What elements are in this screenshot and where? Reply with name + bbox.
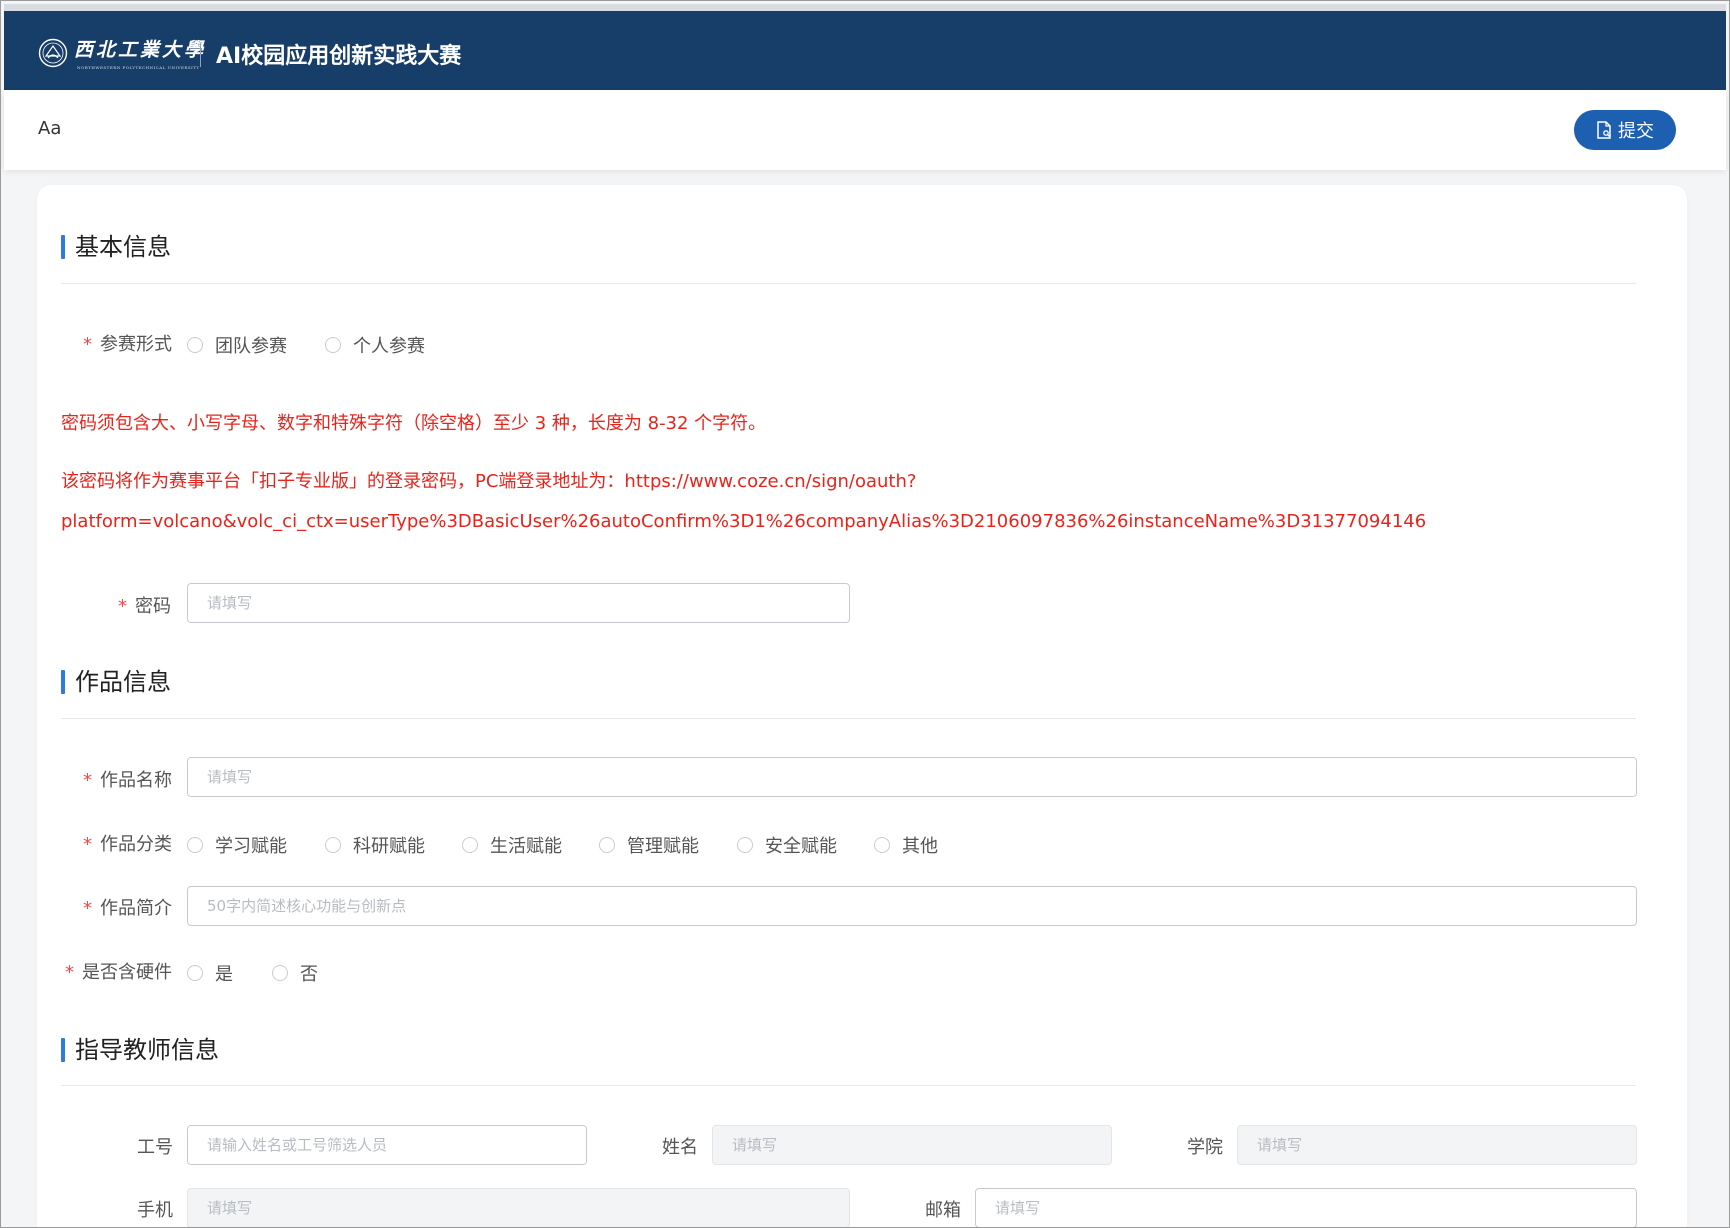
required-marker: * [83,770,92,791]
work-summary-input[interactable]: 50字内简述核心功能与创新点 [187,886,1637,926]
submit-button-label: 提交 [1618,121,1654,142]
radio-unchecked-icon [325,337,341,353]
phone-label: 手机 [137,1200,173,1221]
radio-category-label: 生活赋能 [490,836,562,857]
toolbar: Aa 提交 [4,90,1726,170]
app-header: 西北工業大學 NORTHWESTERN POLYTECHNICAL UNIVER… [4,4,1726,90]
password-rule-notice: 密码须包含大、小写字母、数字和特殊字符（除空格）至少 3 种，长度为 8-32 … [61,413,767,434]
college-label: 学院 [1187,1137,1223,1158]
radio-unchecked-icon [874,837,890,853]
radio-hardware-no[interactable]: 否 [272,960,318,986]
email-label: 邮箱 [925,1200,961,1221]
required-marker: * [83,834,92,855]
university-logo-subtitle: NORTHWESTERN POLYTECHNICAL UNIVERSITY [77,65,200,70]
password-input[interactable]: 请填写 [187,583,850,623]
radio-category-life[interactable]: 生活赋能 [462,832,562,858]
app-title: AI校园应用创新实践大赛 [216,44,462,69]
work-name-input[interactable]: 请填写 [187,757,1637,797]
section-divider [61,283,1636,284]
document-submit-icon [1597,121,1611,139]
section-title-teacher: 指导教师信息 [61,1037,219,1063]
login-address-notice: 该密码将作为赛事平台「扣子专业版」的登录密码，PC端登录地址为：https://… [61,471,917,492]
radio-unchecked-icon [187,837,203,853]
required-marker: * [83,898,92,919]
required-marker: * [83,334,92,355]
radio-category-other[interactable]: 其他 [874,832,938,858]
work-summary-label: * 作品简介 [83,898,172,919]
radio-category-management[interactable]: 管理赋能 [599,832,699,858]
phone-input: 请填写 [187,1188,850,1227]
section-title-basic: 基本信息 [61,234,171,260]
radio-unchecked-icon [462,837,478,853]
participation-label: * 参赛形式 [83,334,172,355]
radio-hardware-yes-label: 是 [215,964,233,985]
radio-unchecked-icon [272,965,288,981]
work-category-label: * 作品分类 [83,834,172,855]
radio-category-label: 其他 [902,836,938,857]
email-input[interactable]: 请填写 [975,1188,1637,1227]
section-divider [61,718,1636,719]
radio-category-label: 科研赋能 [353,836,425,857]
radio-hardware-yes[interactable]: 是 [187,960,233,986]
radio-unchecked-icon [325,837,341,853]
radio-category-label: 学习赋能 [215,836,287,857]
work-name-label: * 作品名称 [83,770,172,791]
password-label: * 密码 [118,596,171,617]
teacher-name-label: 姓名 [662,1137,698,1158]
app-window: 西北工業大學 NORTHWESTERN POLYTECHNICAL UNIVER… [0,0,1730,1228]
radio-category-learning[interactable]: 学习赋能 [187,832,287,858]
login-address-url: platform=volcano&volc_ci_ctx=userType%3D… [61,511,1427,532]
form-card: 基本信息 * 参赛形式 团队参赛 个人参赛 密码须包含大、小写字母、数字和特殊字符… [37,185,1687,1227]
submit-button[interactable]: 提交 [1574,110,1676,150]
required-marker: * [118,596,127,617]
radio-unchecked-icon [599,837,615,853]
university-emblem-icon [38,38,68,68]
section-divider [61,1085,1636,1086]
header-divider [200,43,201,67]
radio-individual[interactable]: 个人参赛 [325,332,425,358]
radio-unchecked-icon [737,837,753,853]
radio-unchecked-icon [187,337,203,353]
radio-individual-label: 个人参赛 [353,336,425,357]
font-size-toggle[interactable]: Aa [38,118,61,139]
hardware-label: * 是否含硬件 [65,962,172,983]
radio-unchecked-icon [187,965,203,981]
university-logo-text: 西北工業大學 [74,39,207,61]
radio-category-safety[interactable]: 安全赋能 [737,832,837,858]
radio-hardware-no-label: 否 [300,964,318,985]
radio-category-research[interactable]: 科研赋能 [325,832,425,858]
radio-category-label: 安全赋能 [765,836,837,857]
section-title-work: 作品信息 [61,669,171,695]
radio-category-label: 管理赋能 [627,836,699,857]
radio-team-label: 团队参赛 [215,336,287,357]
radio-team[interactable]: 团队参赛 [187,332,287,358]
required-marker: * [65,962,74,983]
staff-id-input[interactable]: 请输入姓名或工号筛选人员 [187,1125,587,1165]
staff-id-label: 工号 [137,1137,173,1158]
teacher-name-input: 请填写 [712,1125,1112,1165]
college-input: 请填写 [1237,1125,1637,1165]
